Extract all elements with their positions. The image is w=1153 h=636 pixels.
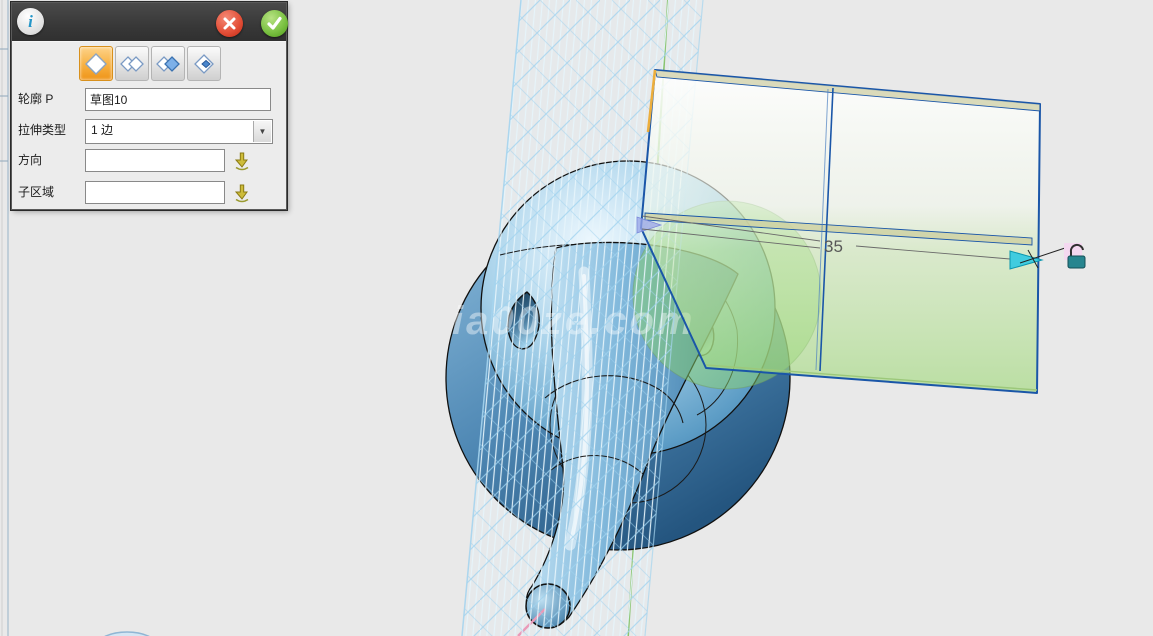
check-icon [266, 16, 283, 31]
pick-subregion-icon[interactable] [233, 183, 251, 203]
info-icon: i [17, 8, 44, 35]
cancel-button[interactable] [216, 10, 243, 37]
subregion-input[interactable] [85, 181, 225, 204]
dropdown-arrow-button[interactable]: ▼ [253, 121, 271, 142]
mode-button-region-point[interactable] [187, 46, 221, 81]
confirm-button[interactable] [261, 10, 288, 37]
extrude-type-dropdown[interactable]: 1 边 ▼ [85, 119, 273, 144]
subregion-label: 子区域 [18, 181, 54, 204]
extrude-distance-value[interactable]: 35 [824, 237, 843, 256]
double-region-diamond-icon [119, 51, 145, 77]
close-icon [222, 16, 237, 31]
extrude-mode-toolbar [79, 46, 221, 81]
single-region-diamond-icon [83, 51, 109, 77]
mode-button-region-add[interactable] [151, 46, 185, 81]
extrude-preview-box[interactable] [641, 70, 1040, 393]
profile-label: 轮廓 P [18, 88, 53, 111]
direction-input[interactable] [85, 149, 225, 172]
mode-button-single-region[interactable] [79, 46, 113, 81]
pick-direction-icon[interactable] [233, 151, 251, 171]
profile-input[interactable] [85, 88, 271, 111]
direction-label: 方向 [18, 149, 42, 172]
region-point-diamond-icon [191, 51, 217, 77]
dialog-titlebar[interactable]: i [12, 3, 286, 42]
extrude-type-label: 拉伸类型 [18, 119, 66, 142]
mode-button-double-region[interactable] [115, 46, 149, 81]
chevron-down-icon: ▼ [259, 127, 267, 136]
extrude-type-value: 1 边 [91, 120, 113, 141]
region-add-diamond-icon [155, 51, 181, 77]
extrude-properties-dialog[interactable]: i [11, 2, 287, 210]
